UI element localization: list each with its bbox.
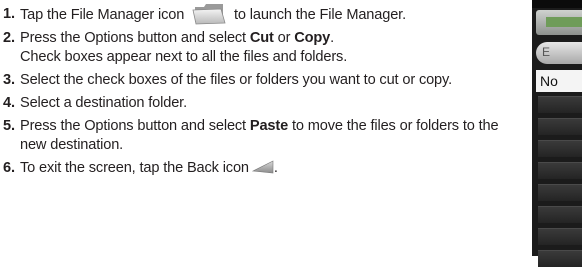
step-text: To exit the screen, tap the Back icon — [20, 160, 249, 176]
step-number: 1. — [3, 6, 15, 22]
step-text-end: . — [273, 160, 278, 176]
step-text: Tap the File Manager icon — [20, 6, 185, 23]
device-tab-indicator — [546, 17, 582, 27]
step-number: 4. — [3, 95, 15, 111]
device-button-letter: E — [542, 45, 551, 59]
cut-label: Cut — [249, 30, 274, 46]
device-screen-preview: E No — [532, 0, 582, 267]
device-list-row — [538, 228, 582, 245]
device-list-row — [538, 140, 582, 157]
step-5: 5. Press the Options button and select P… — [3, 117, 513, 155]
device-list-row — [538, 96, 582, 113]
device-list-row — [538, 250, 582, 267]
step-number: 5. — [3, 118, 15, 134]
step-text: Press the Options button and select — [20, 118, 250, 134]
device-top-bar — [532, 0, 582, 8]
device-list-row — [538, 162, 582, 179]
step-text: Press the Options button and select — [20, 30, 250, 46]
back-arrow-icon — [251, 160, 274, 173]
device-list-row — [538, 184, 582, 201]
copy-label: Copy — [294, 30, 331, 46]
instruction-steps: 1. Tap the File Manager icon to launch t… — [3, 0, 513, 178]
step-text-or: or — [273, 30, 295, 46]
step-text-line2: Check boxes appear next to all the files… — [20, 49, 348, 65]
device-list-row — [538, 206, 582, 223]
step-text: Select a destination folder. — [20, 95, 187, 111]
step-4: 4. Select a destination folder. — [3, 94, 513, 113]
step-2: 2. Press the Options button and select C… — [3, 29, 513, 67]
step-6: 6. To exit the screen, tap the Back icon… — [3, 159, 513, 178]
step-text: Select the check boxes of the files or f… — [20, 72, 452, 88]
step-text-end: to launch the File Manager. — [233, 6, 406, 23]
step-number: 6. — [3, 160, 15, 176]
paste-label: Paste — [249, 118, 289, 134]
step-1: 1. Tap the File Manager icon to launch t… — [3, 4, 513, 25]
device-header-text: No — [540, 73, 558, 89]
step-number: 3. — [3, 72, 15, 88]
step-3: 3. Select the check boxes of the files o… — [3, 71, 513, 90]
step-number: 2. — [3, 30, 15, 46]
step-text-end: . — [330, 30, 335, 46]
file-manager-folder-icon — [192, 4, 226, 25]
device-list-row — [538, 118, 582, 135]
